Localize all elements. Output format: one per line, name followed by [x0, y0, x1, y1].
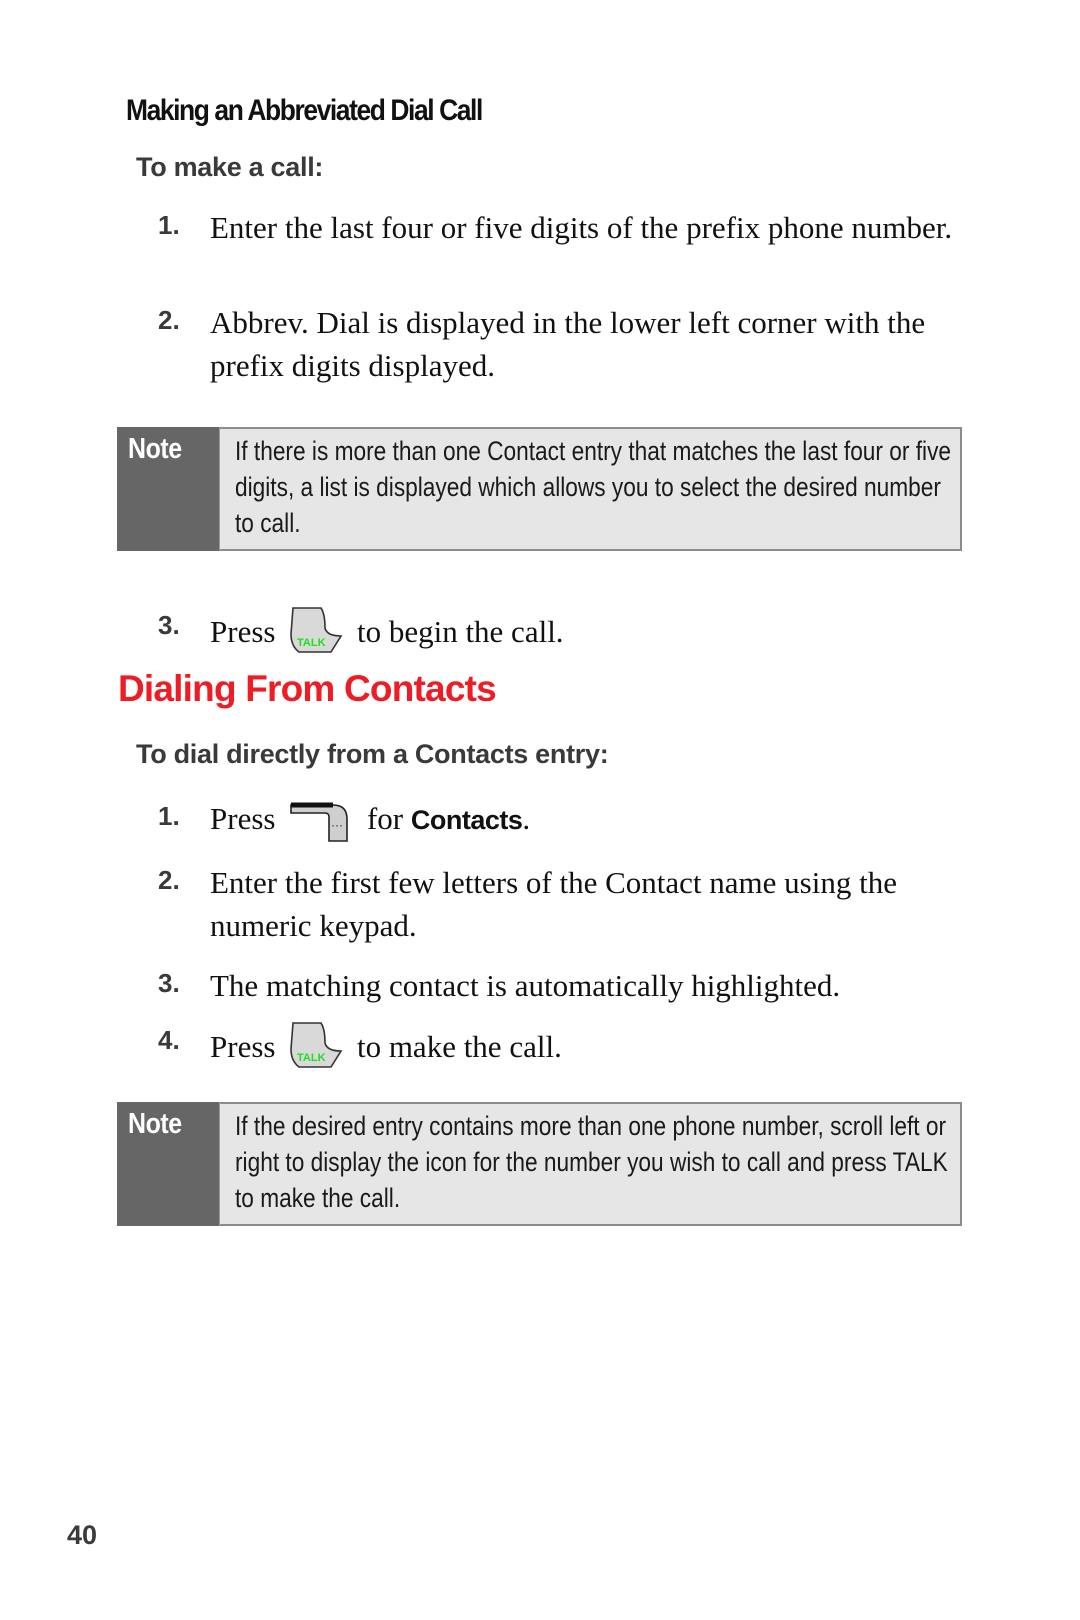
- step-number: 1.: [158, 801, 180, 831]
- step-text: Enter the first few letters of the Conta…: [210, 865, 897, 943]
- subsection-heading: Making an Abbreviated Dial Call: [126, 94, 483, 127]
- step-number: 3.: [158, 968, 180, 998]
- step-number: 1.: [158, 210, 180, 240]
- step-text: Abbrev. Dial is displayed in the lower l…: [210, 305, 926, 383]
- step-number: 2.: [158, 865, 180, 895]
- note-box: Note If the desired entry contains more …: [117, 1102, 962, 1226]
- note-text: If the desired entry contains more than …: [235, 1111, 948, 1213]
- svg-text:TALK: TALK: [297, 1052, 326, 1064]
- svg-text:···: ···: [331, 818, 343, 832]
- step-text: Press TALK to begin the call.: [210, 606, 980, 667]
- procedure-title: To dial directly from a Contacts entry:: [136, 739, 609, 769]
- note-label: Note: [117, 1102, 220, 1226]
- step-number: 3.: [158, 610, 180, 640]
- note-box: Note If there is more than one Contact e…: [117, 427, 962, 551]
- note-text: If there is more than one Contact entry …: [235, 436, 952, 538]
- talk-key-icon: TALK: [287, 606, 343, 667]
- step-text: Press ··· for Contacts.: [210, 797, 980, 854]
- talk-key-icon: TALK: [287, 1021, 343, 1082]
- svg-text:TALK: TALK: [297, 637, 326, 649]
- step-text: The matching contact is automatically hi…: [210, 968, 841, 1003]
- step-text: Press TALK to make the call.: [210, 1021, 980, 1082]
- step-text: Enter the last four or five digits of th…: [210, 210, 953, 245]
- right-softkey-icon: ···: [287, 801, 353, 854]
- step-number: 4.: [158, 1025, 180, 1055]
- section-heading: Dialing From Contacts: [118, 668, 497, 709]
- note-label: Note: [117, 427, 220, 551]
- procedure-title: To make a call:: [136, 152, 324, 182]
- step-number: 2.: [158, 305, 180, 335]
- page-number: 40: [67, 1520, 98, 1550]
